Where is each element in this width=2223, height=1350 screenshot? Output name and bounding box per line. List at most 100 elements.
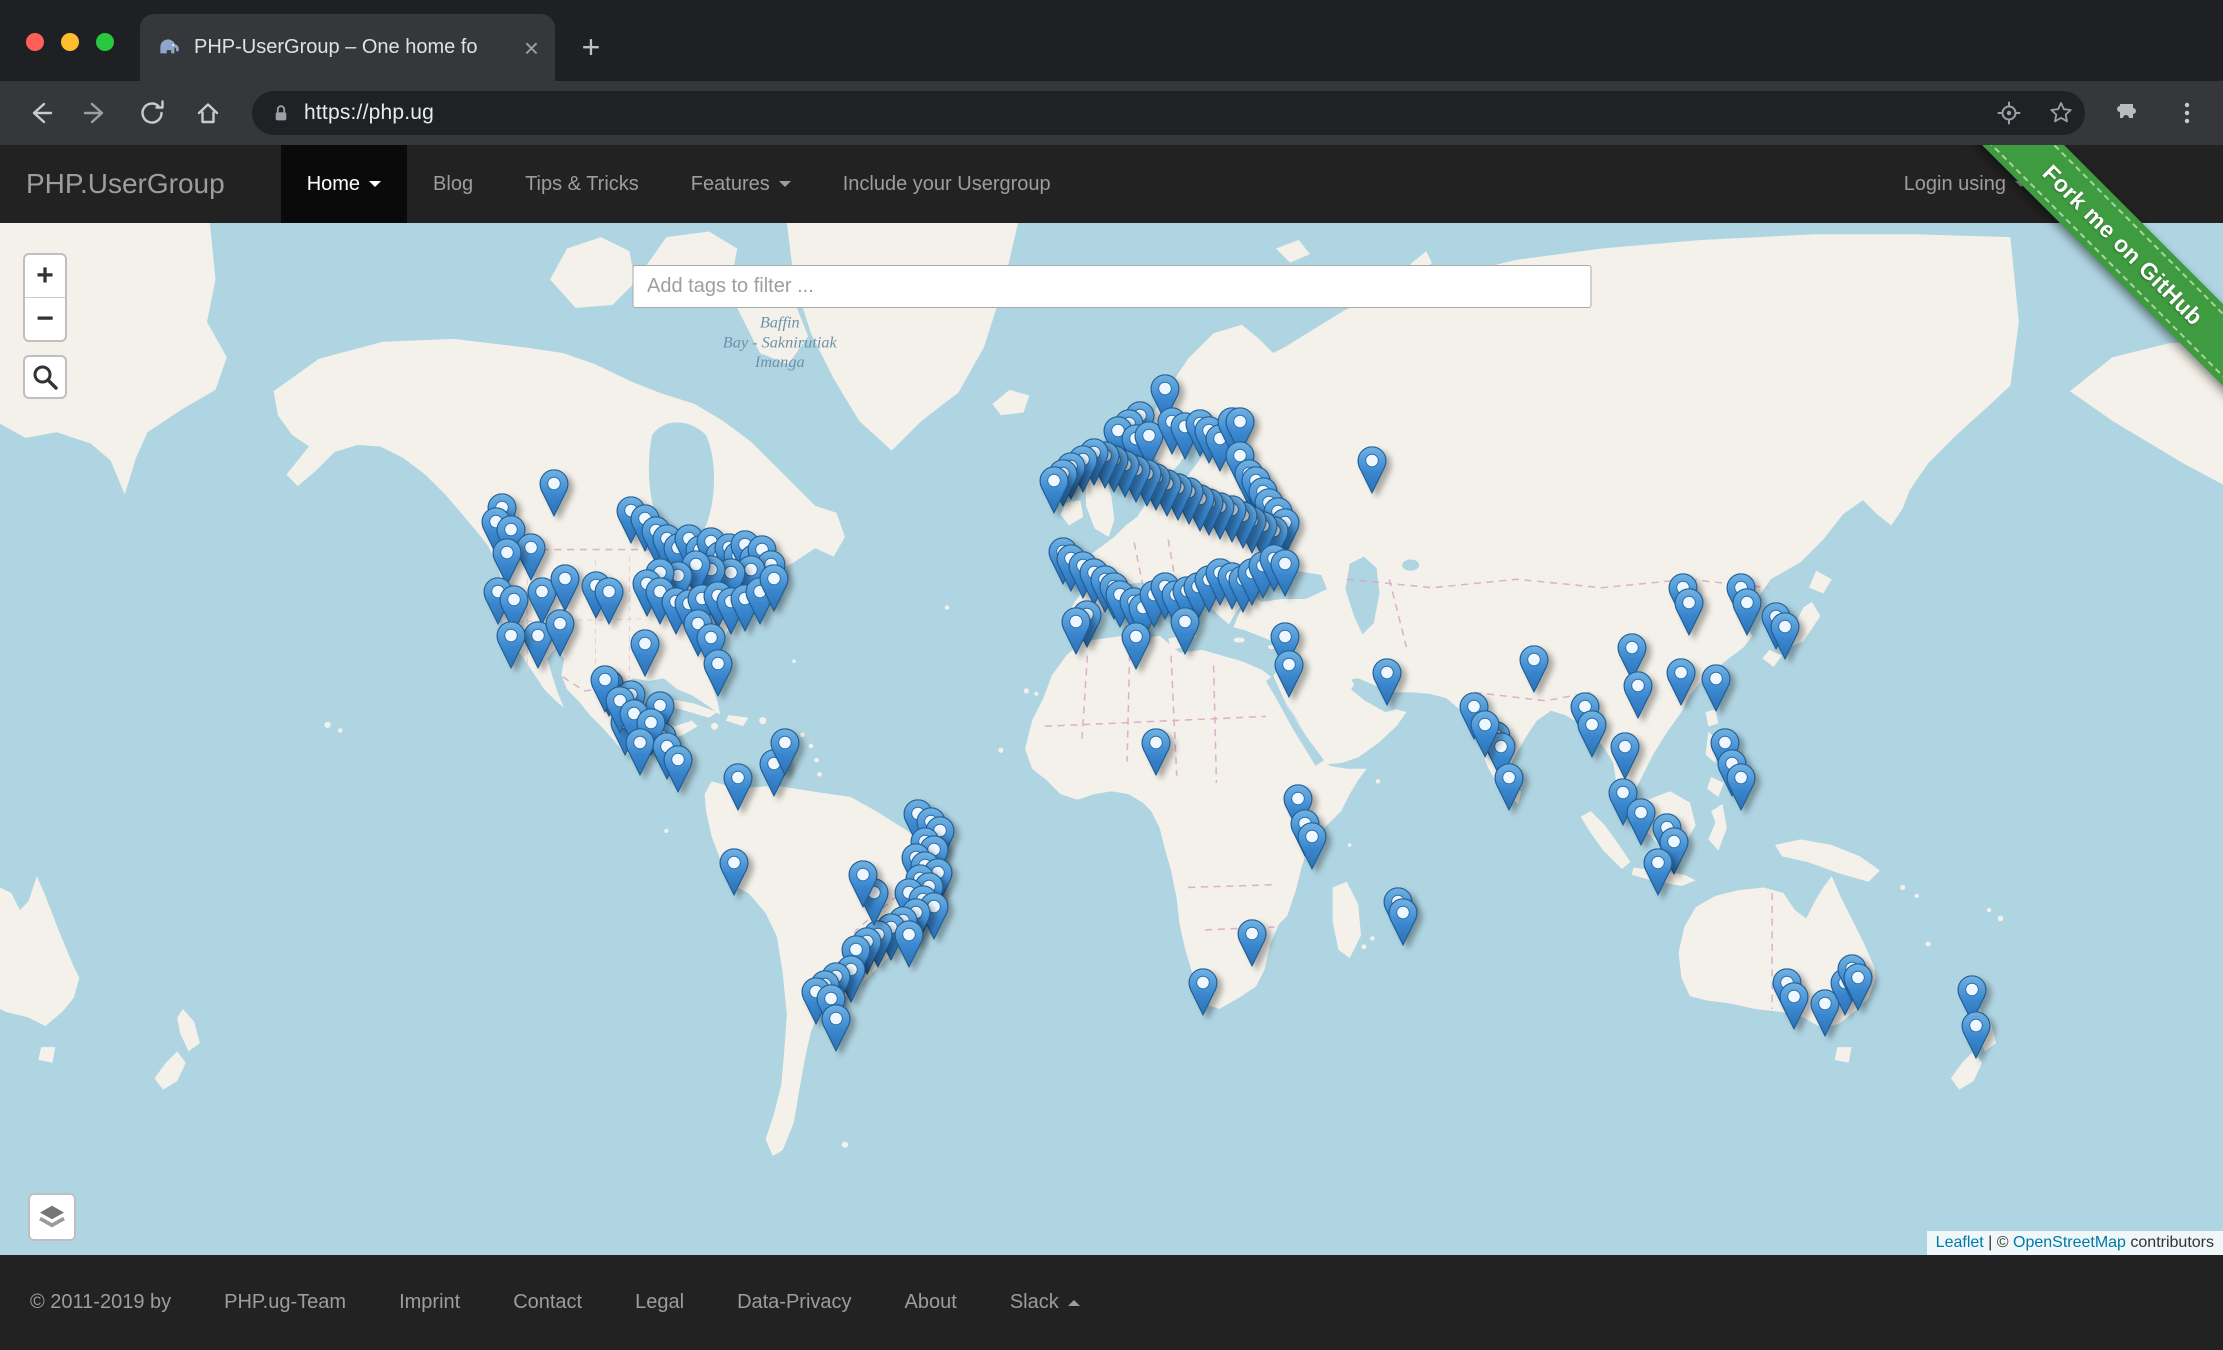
nav-item-features-label: Features — [691, 173, 770, 196]
nav-item-home-label: Home — [307, 173, 360, 196]
map-marker[interactable] — [1626, 798, 1655, 846]
map-marker[interactable] — [1771, 612, 1800, 660]
map-marker[interactable] — [1141, 728, 1170, 776]
map-marker[interactable] — [1733, 588, 1762, 636]
map-marker[interactable] — [848, 860, 877, 908]
minimize-window-button[interactable] — [61, 33, 79, 51]
map-marker[interactable] — [1726, 763, 1755, 811]
close-window-button[interactable] — [26, 33, 44, 51]
attribution-tail: contributors — [2126, 1234, 2214, 1251]
map-marker[interactable] — [1495, 763, 1524, 811]
map-marker[interactable] — [1702, 664, 1731, 712]
map-marker[interactable] — [1121, 622, 1150, 670]
map-marker[interactable] — [1470, 710, 1499, 758]
map-marker[interactable] — [1373, 658, 1402, 706]
brand[interactable]: PHP.UserGroup — [0, 145, 253, 223]
site-footer: © 2011-2019 by PHP.ug-Team Imprint Conta… — [0, 1255, 2223, 1350]
map-marker[interactable] — [1666, 658, 1695, 706]
footer-link-imprint[interactable]: Imprint — [399, 1291, 460, 1314]
browser-toolbar: https://php.ug — [0, 81, 2223, 145]
map-marker[interactable] — [724, 763, 753, 811]
map-marker[interactable] — [1270, 549, 1299, 597]
login-using-label: Login using — [1904, 173, 2006, 196]
map-marker[interactable] — [1170, 607, 1199, 655]
osm-link[interactable]: OpenStreetMap — [2013, 1234, 2126, 1251]
nav-item-features[interactable]: Features — [665, 145, 817, 223]
footer-link-team[interactable]: PHP.ug-Team — [224, 1291, 346, 1314]
map-marker[interactable] — [719, 848, 748, 896]
tab-close-icon[interactable]: × — [524, 35, 539, 61]
menu-icon[interactable] — [2171, 97, 2203, 129]
footer-link-legal[interactable]: Legal — [635, 1291, 684, 1314]
map-marker[interactable] — [759, 564, 788, 612]
screen: PHP-UserGroup – One home fo × + https://… — [0, 0, 2223, 1350]
url-text: https://php.ug — [304, 101, 434, 125]
map-marker[interactable] — [1297, 822, 1326, 870]
zoom-control: + − — [23, 253, 67, 342]
map-marker[interactable] — [626, 728, 655, 776]
reload-icon[interactable] — [136, 97, 168, 129]
map-marker[interactable] — [664, 745, 693, 793]
layers-control[interactable] — [28, 1193, 76, 1241]
map-marker[interactable] — [595, 577, 624, 625]
nav-item-tips-tricks[interactable]: Tips & Tricks — [499, 145, 665, 223]
navbar-spacer — [1077, 145, 1878, 223]
map-marker[interactable] — [630, 629, 659, 677]
zoom-in-button[interactable]: + — [25, 255, 65, 297]
map-marker[interactable] — [539, 469, 568, 517]
map-marker[interactable] — [895, 920, 924, 968]
nav-item-blog[interactable]: Blog — [407, 145, 499, 223]
lock-icon — [268, 100, 294, 126]
chevron-down-icon — [779, 181, 791, 187]
window-controls — [26, 33, 114, 51]
browser-tab-strip: PHP-UserGroup – One home fo × + — [0, 0, 2223, 81]
back-icon[interactable] — [24, 97, 56, 129]
browser-tab[interactable]: PHP-UserGroup – One home fo × — [140, 14, 555, 81]
map-marker[interactable] — [1188, 968, 1217, 1016]
maximize-window-button[interactable] — [96, 33, 114, 51]
footer-link-contact[interactable]: Contact — [513, 1291, 582, 1314]
map-marker[interactable] — [1779, 982, 1808, 1030]
map-marker[interactable] — [1237, 919, 1266, 967]
map-marker[interactable] — [546, 609, 575, 657]
map-marker[interactable] — [497, 621, 526, 669]
map-marker[interactable] — [821, 1004, 850, 1052]
map-marker[interactable] — [1061, 607, 1090, 655]
layers-icon — [34, 1199, 70, 1235]
map-attribution: Leaflet | © OpenStreetMap contributors — [1927, 1231, 2223, 1255]
map-search-button[interactable] — [23, 355, 67, 399]
tag-filter-input[interactable] — [632, 265, 1591, 308]
map-marker[interactable] — [1644, 848, 1673, 896]
map-marker[interactable] — [1675, 588, 1704, 636]
leaflet-link[interactable]: Leaflet — [1936, 1234, 1984, 1251]
map-marker[interactable] — [1844, 963, 1873, 1011]
map-marker[interactable] — [1624, 671, 1653, 719]
map-marker[interactable] — [550, 564, 579, 612]
footer-link-about[interactable]: About — [905, 1291, 957, 1314]
search-icon — [29, 361, 61, 393]
map-marker[interactable] — [1519, 645, 1548, 693]
world-map[interactable]: Baffin Bay - Saknirutiak Imanga + − Leaf… — [0, 223, 2223, 1255]
map-marker[interactable] — [1275, 650, 1304, 698]
map-marker[interactable] — [1357, 446, 1386, 494]
new-tab-button[interactable]: + — [570, 26, 612, 68]
zoom-out-button[interactable]: − — [25, 297, 65, 340]
map-marker[interactable] — [770, 728, 799, 776]
map-marker[interactable] — [1039, 466, 1068, 514]
nav-item-home[interactable]: Home — [281, 145, 407, 223]
map-marker[interactable] — [1388, 898, 1417, 946]
footer-link-slack[interactable]: Slack — [1010, 1291, 1080, 1314]
map-marker[interactable] — [1962, 1011, 1991, 1059]
footer-link-data-privacy[interactable]: Data-Privacy — [737, 1291, 851, 1314]
home-icon[interactable] — [192, 97, 224, 129]
locate-icon[interactable] — [1993, 97, 2025, 129]
nav-item-include-usergroup[interactable]: Include your Usergroup — [817, 145, 1077, 223]
address-bar[interactable]: https://php.ug — [252, 91, 2085, 135]
map-marker[interactable] — [1577, 710, 1606, 758]
extensions-icon[interactable] — [2114, 97, 2146, 129]
site-navbar: PHP.UserGroup Home Blog Tips & Tricks Fe… — [0, 145, 2223, 223]
forward-icon[interactable] — [80, 97, 112, 129]
map-marker[interactable] — [1611, 732, 1640, 780]
bookmark-star-icon[interactable] — [2045, 97, 2077, 129]
map-marker[interactable] — [704, 649, 733, 697]
